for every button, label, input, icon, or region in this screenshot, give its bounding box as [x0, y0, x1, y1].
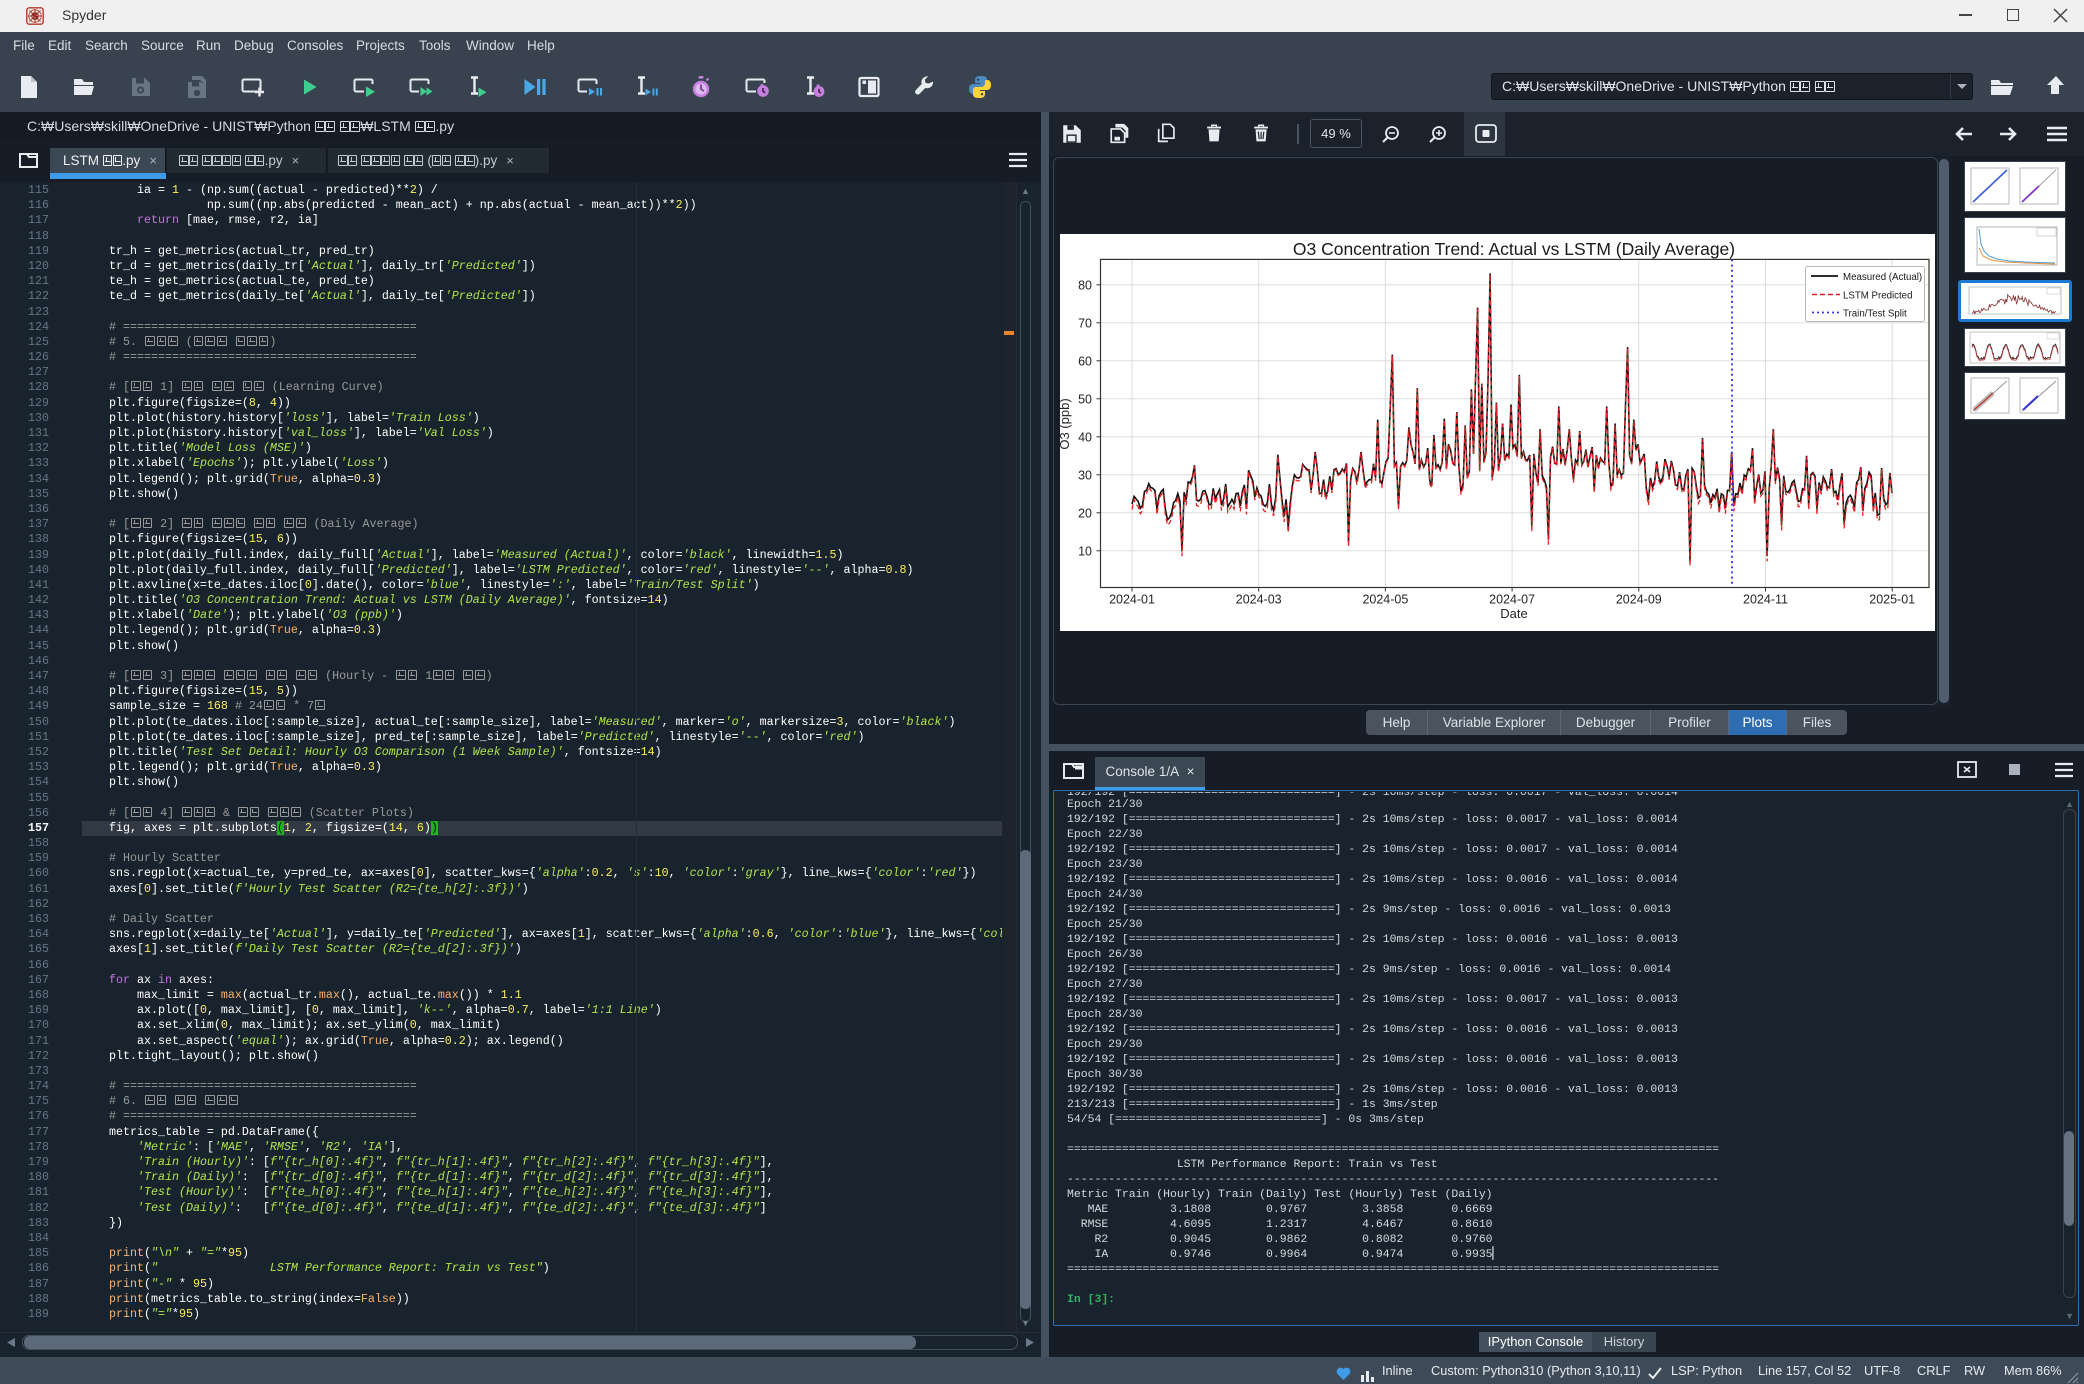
svg-text:2024-05: 2024-05 — [1362, 593, 1408, 607]
svg-text:80: 80 — [1078, 278, 1092, 292]
svg-text:S: S — [32, 11, 38, 22]
svg-text:Date: Date — [1500, 606, 1527, 621]
svg-text:10: 10 — [1078, 544, 1092, 558]
svg-text:2024-09: 2024-09 — [1616, 593, 1662, 607]
svg-text:50: 50 — [1078, 392, 1092, 406]
svg-text:2024-03: 2024-03 — [1236, 593, 1282, 607]
svg-text:LSTM Predicted: LSTM Predicted — [1843, 291, 1912, 302]
svg-text:70: 70 — [1078, 316, 1092, 330]
svg-text:Train/Test Split: Train/Test Split — [1843, 309, 1907, 320]
svg-text:20: 20 — [1078, 506, 1092, 520]
svg-text:Measured (Actual): Measured (Actual) — [1843, 272, 1922, 283]
svg-text:2024-11: 2024-11 — [1743, 593, 1788, 607]
svg-text:2024-07: 2024-07 — [1489, 593, 1535, 607]
svg-text:O3 (ppb): O3 (ppb) — [1060, 398, 1072, 449]
svg-text:2024-01: 2024-01 — [1109, 593, 1155, 607]
svg-text:40: 40 — [1078, 430, 1092, 444]
svg-text:2025-01: 2025-01 — [1869, 593, 1915, 607]
svg-text:60: 60 — [1078, 354, 1092, 368]
svg-text:O3 Concentration Trend: Actual: O3 Concentration Trend: Actual vs LSTM (… — [1293, 239, 1735, 259]
svg-text:30: 30 — [1078, 468, 1092, 482]
